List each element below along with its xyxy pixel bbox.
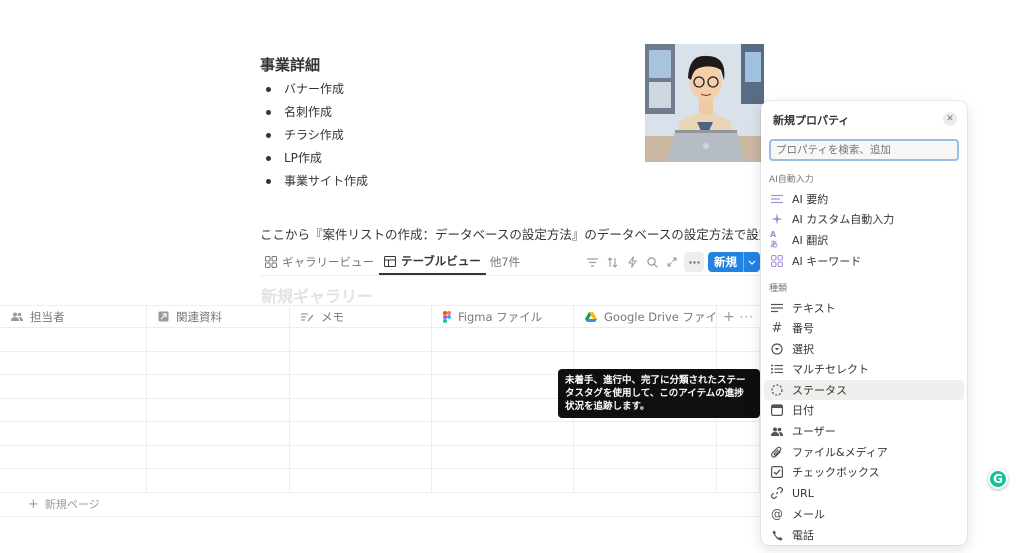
- tabs-divider: [260, 275, 760, 276]
- relation-icon: [158, 311, 169, 322]
- property-ai-keywords[interactable]: AI キーワード: [764, 251, 964, 271]
- paperclip-icon: [770, 445, 784, 459]
- checkbox-icon: [770, 465, 784, 479]
- bullet-dot: [266, 87, 271, 92]
- column-header-google-drive[interactable]: Google Drive ファイル: [574, 306, 717, 327]
- table-row[interactable]: [0, 422, 760, 446]
- status-tooltip: 未着手、進行中、完了に分類されたステータスタグを使用して、このアイテムの進捗状況…: [558, 369, 760, 418]
- column-header-related-docs[interactable]: 関連資料: [147, 306, 290, 327]
- property-multi-select[interactable]: マルチセレクト: [764, 359, 964, 379]
- more-options-icon[interactable]: [684, 252, 704, 272]
- property-email[interactable]: @ メール: [764, 504, 964, 524]
- column-header-assignee[interactable]: 担当者: [0, 306, 147, 327]
- ai-section-label: AI自動入力: [769, 175, 814, 185]
- search-icon[interactable]: [642, 252, 662, 272]
- table-row[interactable]: [0, 328, 760, 352]
- property-checkbox[interactable]: チェックボックス: [764, 462, 964, 482]
- status-icon: [770, 383, 784, 397]
- type-section-label: 種類: [769, 284, 788, 294]
- add-page-row[interactable]: + 新規ページ: [0, 493, 760, 517]
- figma-icon: [443, 310, 451, 323]
- gallery-icon: [265, 256, 277, 268]
- section-heading: 事業詳細: [260, 56, 321, 74]
- ai-summary-icon: [770, 192, 784, 206]
- select-icon: [770, 342, 784, 356]
- automation-bolt-icon[interactable]: [622, 252, 642, 272]
- property-user[interactable]: ユーザー: [764, 421, 964, 441]
- table-row[interactable]: [0, 469, 760, 493]
- property-number[interactable]: # 番号: [764, 318, 964, 338]
- property-text[interactable]: テキスト: [764, 298, 964, 318]
- bullet-dot: [266, 110, 271, 115]
- description-paragraph: ここから『案件リストの作成：データベースの設定方法』のデータベースの設定方法で設…: [260, 227, 760, 242]
- people-icon: [11, 312, 23, 321]
- hash-icon: #: [771, 320, 783, 336]
- expand-icon[interactable]: [662, 252, 682, 272]
- grammarly-icon[interactable]: G: [988, 469, 1008, 489]
- more-views-link[interactable]: 他7件: [486, 249, 525, 275]
- list-item: LP作成: [262, 147, 368, 170]
- bullet-dot: [266, 179, 271, 184]
- ai-translate-icon: Aあ: [770, 230, 778, 249]
- list-item: 名刺作成: [262, 101, 368, 124]
- tab-gallery-view[interactable]: ギャラリービュー: [260, 249, 379, 275]
- panel-title: 新規プロパティ: [773, 114, 850, 127]
- property-ai-translate[interactable]: Aあ AI 翻訳: [764, 230, 964, 250]
- list-icon: [770, 362, 784, 376]
- at-icon: @: [771, 507, 783, 521]
- add-column-icon[interactable]: +: [723, 309, 735, 325]
- calendar-icon: [770, 403, 784, 417]
- new-button[interactable]: 新規: [708, 252, 760, 272]
- ai-keywords-icon: [770, 254, 784, 268]
- illustration-image: [645, 44, 764, 162]
- phone-icon: [770, 528, 784, 542]
- people-icon: [770, 424, 784, 438]
- property-ai-summary[interactable]: AI 要約: [764, 189, 964, 209]
- column-header-figma[interactable]: Figma ファイル: [432, 306, 574, 327]
- ai-sparkle-icon: [770, 212, 784, 226]
- tab-table-view[interactable]: テーブルビュー: [379, 249, 486, 275]
- google-drive-icon: [585, 311, 597, 322]
- table-header: 担当者 関連資料 メモ Figma ファイル Google Drive ファイル…: [0, 305, 760, 328]
- list-item: 事業サイト作成: [262, 170, 368, 193]
- bullet-dot: [266, 156, 271, 161]
- property-phone[interactable]: 電話: [764, 525, 964, 545]
- gallery-title[interactable]: 新規ギャラリー: [261, 283, 373, 307]
- filter-icon[interactable]: [582, 252, 602, 272]
- column-header-memo[interactable]: メモ: [290, 306, 432, 327]
- link-icon: [770, 486, 784, 500]
- property-ai-custom[interactable]: AI カスタム自動入力: [764, 209, 964, 229]
- bullet-dot: [266, 133, 271, 138]
- view-toolbar: 新規: [582, 249, 760, 275]
- plus-icon: +: [28, 496, 39, 512]
- close-icon[interactable]: ✕: [943, 112, 957, 126]
- property-search-input[interactable]: [769, 139, 959, 161]
- table-icon: [384, 255, 396, 267]
- list-item: チラシ作成: [262, 124, 368, 147]
- table-row[interactable]: [0, 445, 760, 469]
- more-icon[interactable]: ···: [740, 310, 754, 324]
- sort-icon[interactable]: [602, 252, 622, 272]
- view-tabs-bar: ギャラリービュー テーブルビュー 他7件 新規: [260, 249, 760, 275]
- property-status[interactable]: ステータス: [764, 380, 964, 400]
- property-date[interactable]: 日付: [764, 400, 964, 420]
- chevron-down-icon[interactable]: [743, 252, 760, 272]
- business-list: バナー作成 名刺作成 チラシ作成 LP作成 事業サイト作成: [262, 78, 368, 193]
- property-url[interactable]: URL: [764, 483, 964, 503]
- text-lines-icon: [770, 301, 784, 315]
- list-item: バナー作成: [262, 78, 368, 101]
- new-property-panel: 新規プロパティ ✕ AI自動入力 AI 要約 AI カスタム自動入力 Aあ AI…: [761, 101, 967, 545]
- column-header-actions: + ···: [717, 306, 760, 327]
- text-icon: [301, 312, 314, 321]
- property-select[interactable]: 選択: [764, 339, 964, 359]
- property-files-media[interactable]: ファイル&メディア: [764, 442, 964, 462]
